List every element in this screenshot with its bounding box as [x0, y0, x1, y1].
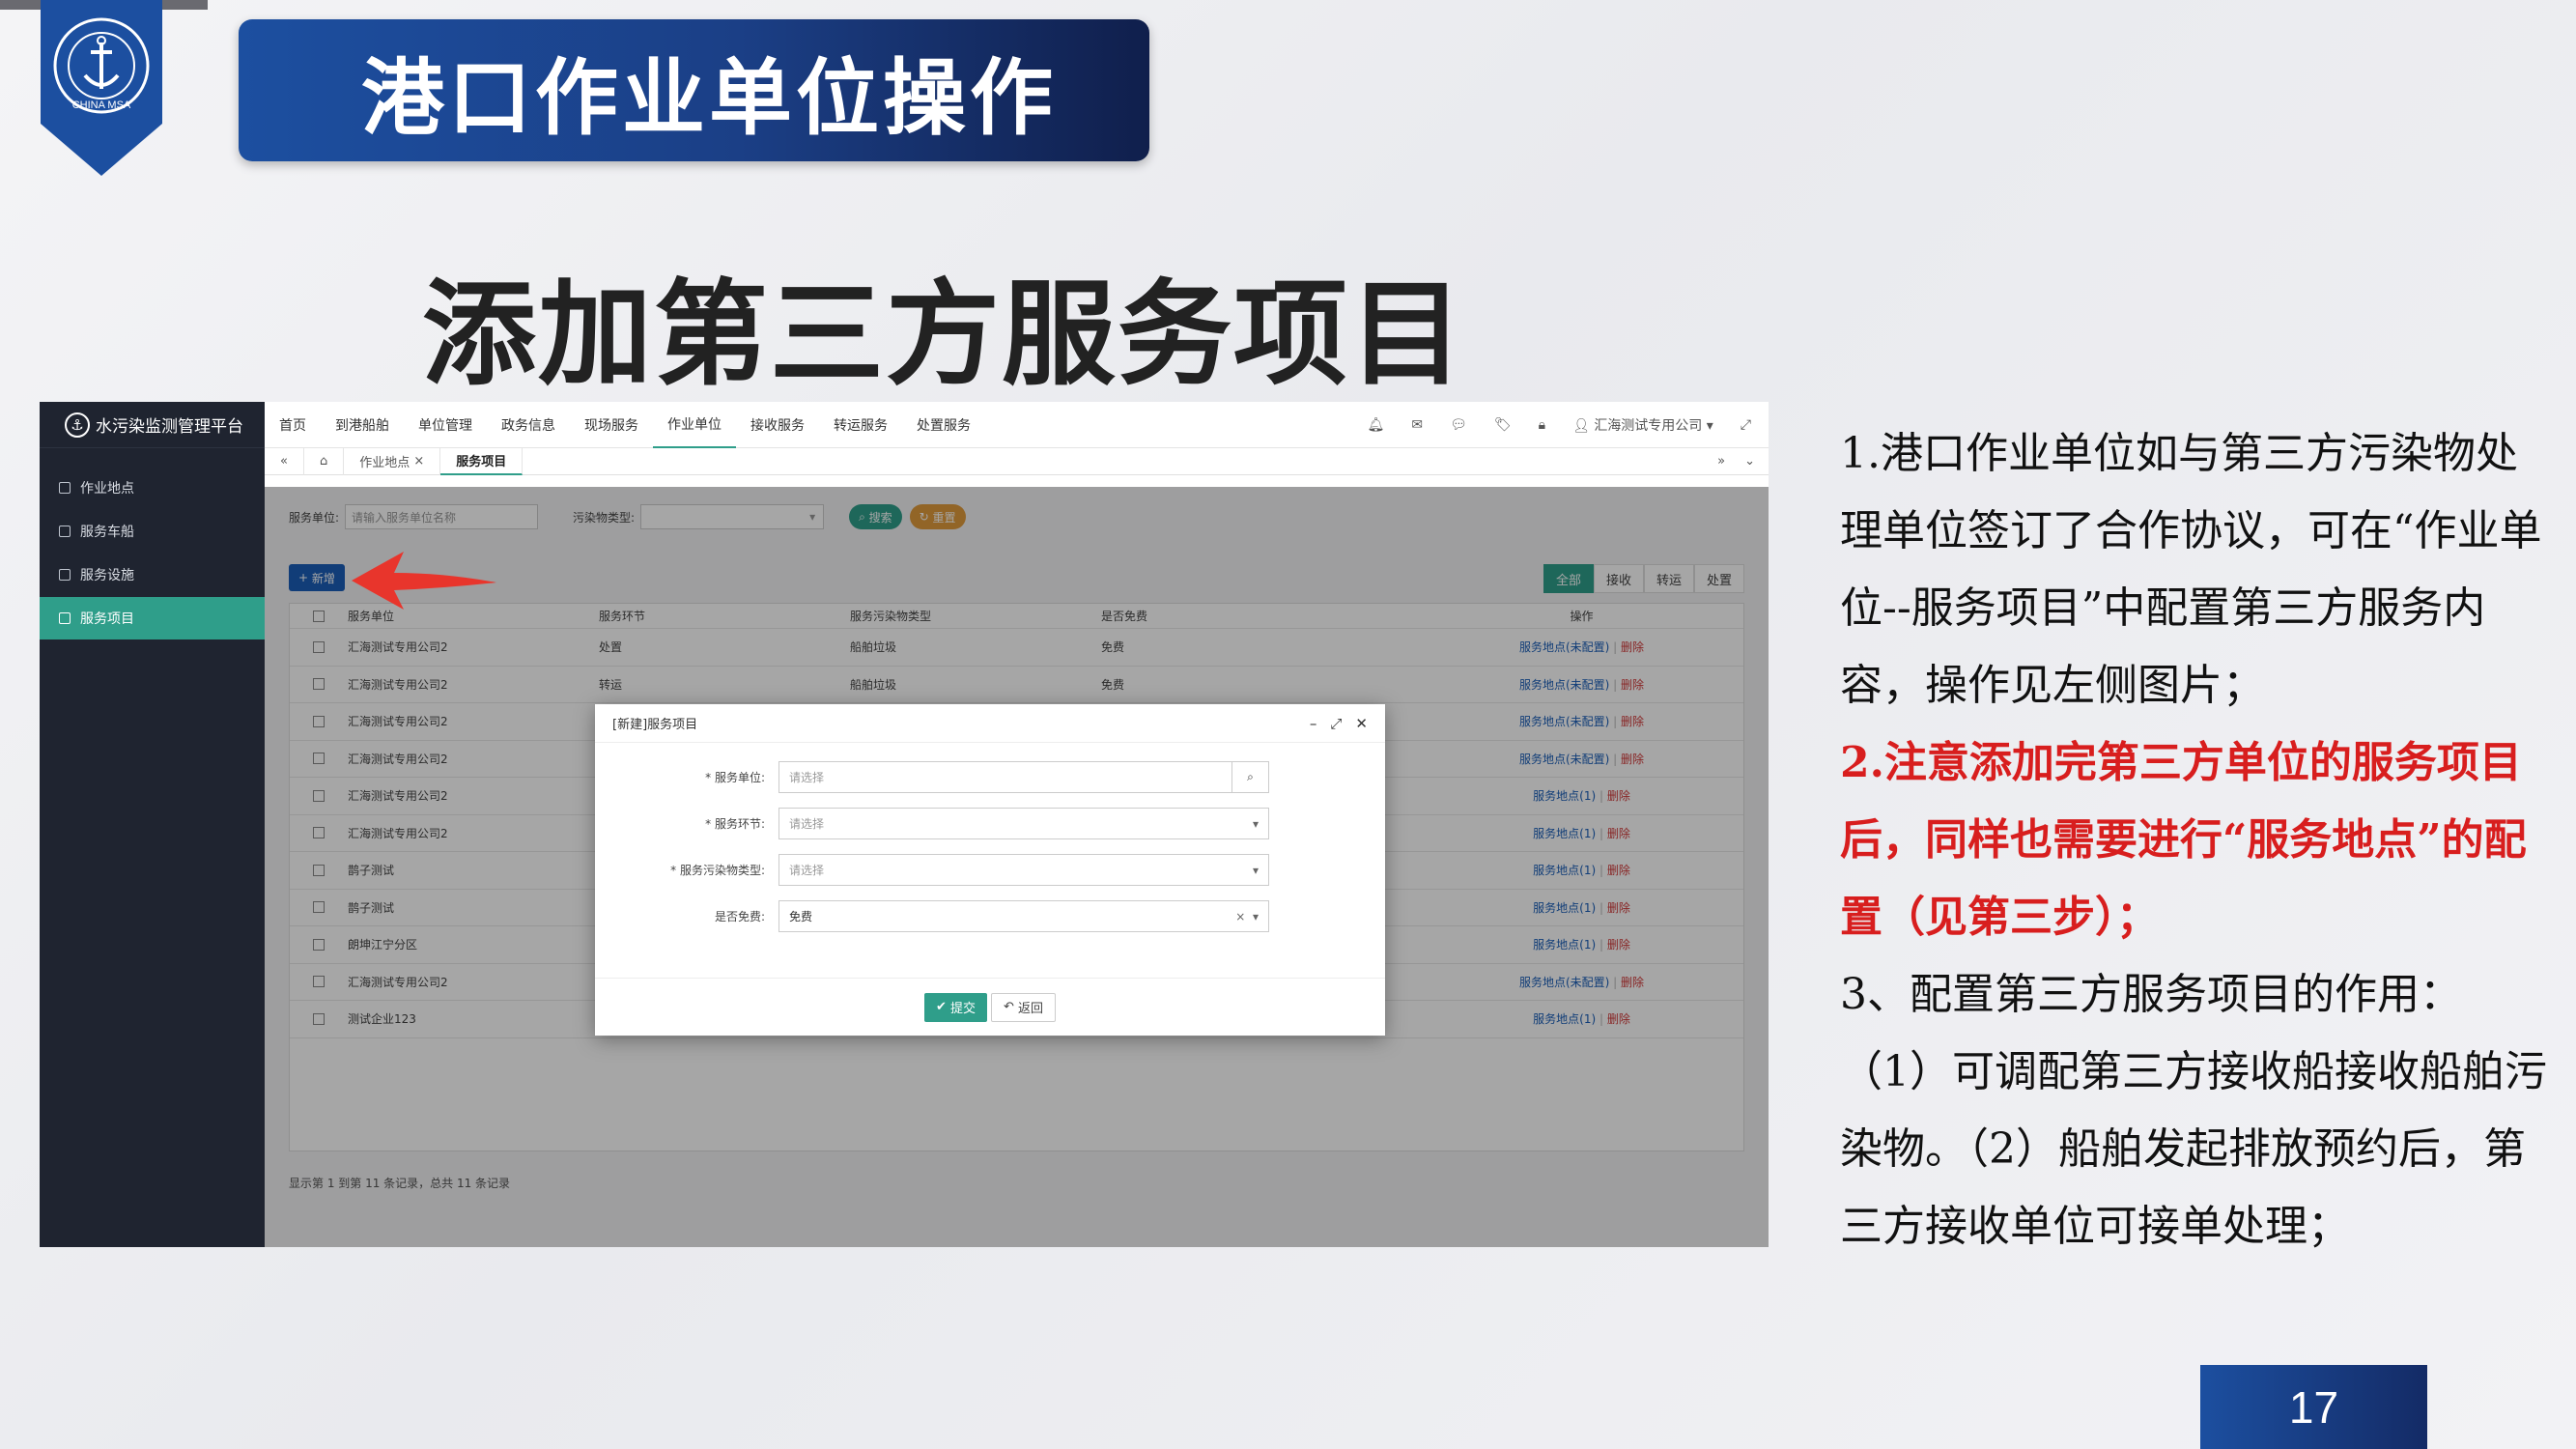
slide-title: 港口作业单位操作	[361, 50, 1057, 147]
new-project-modal: [新建]服务项目 – ⤢ ✕ * 服务单位: 请选择 ⌕ * 服务环节: 请选择 ▾…	[595, 704, 1385, 1036]
user-name: 汇海测试专用公司	[1594, 417, 1703, 434]
service-unit-select[interactable]: 请选择 ⌕	[778, 761, 1269, 793]
bell-icon[interactable]: 🔔︎	[1368, 417, 1385, 433]
lock-icon[interactable]: 🔒︎	[1539, 417, 1545, 433]
chevron-down-icon: ▾	[1252, 816, 1259, 831]
nav-operation-unit[interactable]: 作业单位	[653, 402, 736, 448]
service-stage-select[interactable]: 请选择 ▾	[778, 808, 1269, 839]
note-4: （1）可调配第三方接收船接收船舶污染物。（2）船舶发起排放预约后，第三方接收单位…	[1840, 1047, 2547, 1251]
close-icon[interactable]: ✕	[1355, 715, 1368, 732]
field-pollutant-type: * 服务污染物类型: 请选择 ▾	[595, 854, 1269, 886]
tag-icon[interactable]: 🏷︎	[1494, 417, 1512, 433]
tab-bar: « ⌂ 作业地点 × 服务项目 » ⌄	[265, 447, 1769, 475]
note-1: 1.港口作业单位如与第三方污染物处理单位签订了合作协议，可在“作业单位--服务项…	[1840, 429, 2542, 710]
note-3: 3、配置第三方服务项目的作用：	[1840, 970, 2462, 1019]
maximize-icon[interactable]: ⤢	[1330, 715, 1342, 732]
page-number: 17	[2200, 1365, 2427, 1449]
clear-and-chevron-icon[interactable]: × ▾	[1235, 910, 1268, 923]
chevron-down-icon[interactable]: ⌄	[1744, 454, 1755, 469]
chevron-down-icon: ▾	[1252, 863, 1259, 877]
search-icon[interactable]: ⌕	[1231, 762, 1268, 792]
tab-scroll-right-icon[interactable]: »	[1717, 454, 1725, 469]
msa-logo-badge: CHINA MSA	[41, 0, 162, 176]
note-2: 2.注意添加完第三方单位的服务项目后，同样也需要进行“服务地点”的配置（见第三步…	[1840, 738, 2527, 942]
nav-receive-service[interactable]: 接收服务	[736, 402, 819, 448]
svg-text:CHINA MSA: CHINA MSA	[72, 99, 131, 111]
tab-scroll-left-icon[interactable]: «	[265, 447, 304, 475]
app-screenshot: ⚓ 水污染监测管理平台 作业地点 服务车船 服务设施 服务项目 首页 到港船舶 …	[40, 402, 1769, 1247]
nav-field-service[interactable]: 现场服务	[570, 402, 653, 448]
nav-arriving-ships[interactable]: 到港船舶	[321, 402, 404, 448]
explanation-notes: 1.港口作业单位如与第三方污染物处理单位签订了合作协议，可在“作业单位--服务项…	[1840, 415, 2555, 1265]
title-banner: 港口作业单位操作	[239, 19, 1149, 161]
pollutant-type-field[interactable]: 请选择 ▾	[778, 854, 1269, 886]
chat-icon[interactable]: 💬︎	[1450, 417, 1467, 433]
back-button[interactable]: ↶ 返回	[991, 992, 1057, 1022]
tab-projects[interactable]: 服务项目	[440, 447, 524, 475]
sidebar-shade	[40, 402, 265, 1247]
submit-button[interactable]: ✔ 提交	[923, 992, 987, 1022]
top-right-tools: 🔔︎ ✉︎ 💬︎ 🏷︎ 🔒︎ 👤︎ 汇海测试专用公司 ▾ ⤢	[1368, 415, 1769, 435]
fullscreen-icon[interactable]: ⤢	[1741, 417, 1751, 433]
nav-transfer-service[interactable]: 转运服务	[819, 402, 902, 448]
modal-header: [新建]服务项目 – ⤢ ✕	[595, 704, 1385, 743]
field-is-free: 是否免费: 免费 × ▾	[595, 900, 1269, 932]
nav-unit-management[interactable]: 单位管理	[404, 402, 487, 448]
field-service-stage: * 服务环节: 请选择 ▾	[595, 808, 1269, 839]
user-menu[interactable]: 👤︎ 汇海测试专用公司 ▾	[1572, 415, 1713, 435]
modal-title: [新建]服务项目	[612, 718, 698, 732]
modal-footer: ✔ 提交 ↶ 返回	[595, 978, 1385, 1036]
home-icon[interactable]: ⌂	[304, 447, 345, 475]
top-nav: 首页 到港船舶 单位管理 政务信息 现场服务 作业单位 接收服务 转运服务 处置…	[265, 402, 1769, 448]
field-service-unit: * 服务单位: 请选择 ⌕	[595, 761, 1269, 793]
is-free-select[interactable]: 免费 × ▾	[778, 900, 1269, 932]
minimize-icon[interactable]: –	[1310, 715, 1317, 732]
nav-gov-info[interactable]: 政务信息	[487, 402, 570, 448]
slide-subtitle: 添加第三方服务项目	[422, 267, 1466, 401]
mail-icon[interactable]: ✉︎	[1411, 417, 1423, 433]
red-arrow-annotation	[352, 552, 496, 610]
tab-location[interactable]: 作业地点 ×	[344, 447, 441, 475]
nav-disposal-service[interactable]: 处置服务	[902, 402, 985, 448]
nav-home[interactable]: 首页	[265, 402, 321, 448]
